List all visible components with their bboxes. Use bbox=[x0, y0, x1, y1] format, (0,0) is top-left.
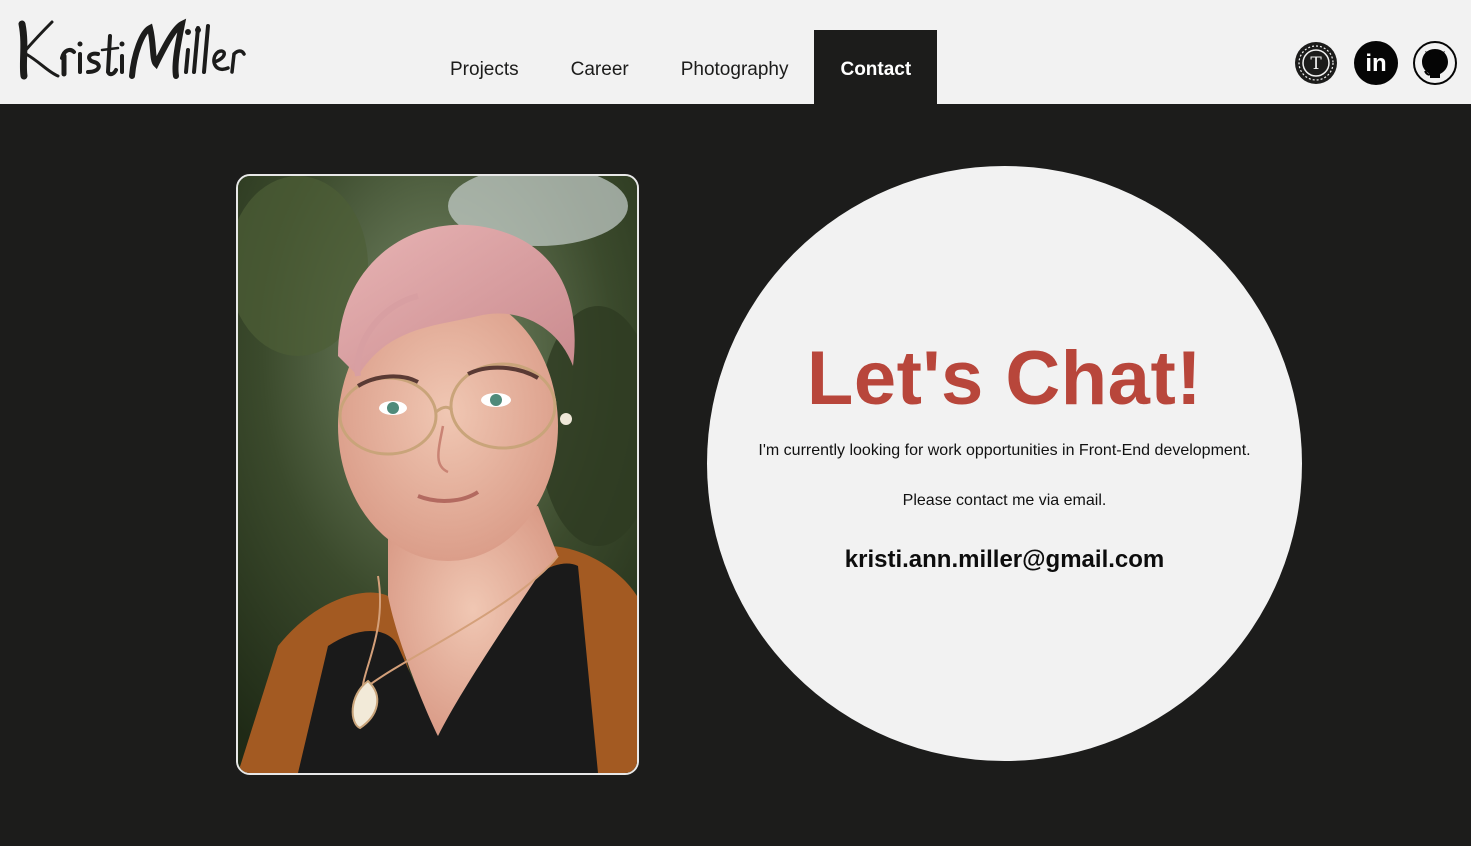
typography-letter: T bbox=[1310, 54, 1322, 74]
site-header: Projects Career Photography Contact T in bbox=[0, 0, 1471, 104]
nav-contact[interactable]: Contact bbox=[814, 30, 938, 104]
linkedin-icon[interactable]: in bbox=[1354, 41, 1398, 85]
github-icon[interactable] bbox=[1413, 41, 1457, 85]
nav-projects[interactable]: Projects bbox=[424, 30, 545, 104]
email-link[interactable]: kristi.ann.miller@gmail.com bbox=[707, 546, 1302, 574]
contact-line-2: Please contact me via email. bbox=[902, 492, 1107, 509]
contact-card: Let's Chat! I'm currently looking for wo… bbox=[707, 166, 1302, 761]
contact-headline: Let's Chat! bbox=[806, 336, 1203, 421]
contact-line-1: I'm currently looking for work opportuni… bbox=[758, 442, 1251, 459]
linkedin-letters: in bbox=[1365, 50, 1386, 77]
nav-photography[interactable]: Photography bbox=[655, 30, 815, 104]
nav-career[interactable]: Career bbox=[545, 30, 655, 104]
main-nav: Projects Career Photography Contact bbox=[424, 30, 938, 104]
typography-icon[interactable]: T bbox=[1294, 41, 1338, 85]
site-logo[interactable] bbox=[14, 14, 248, 86]
portrait-photo bbox=[236, 174, 639, 775]
